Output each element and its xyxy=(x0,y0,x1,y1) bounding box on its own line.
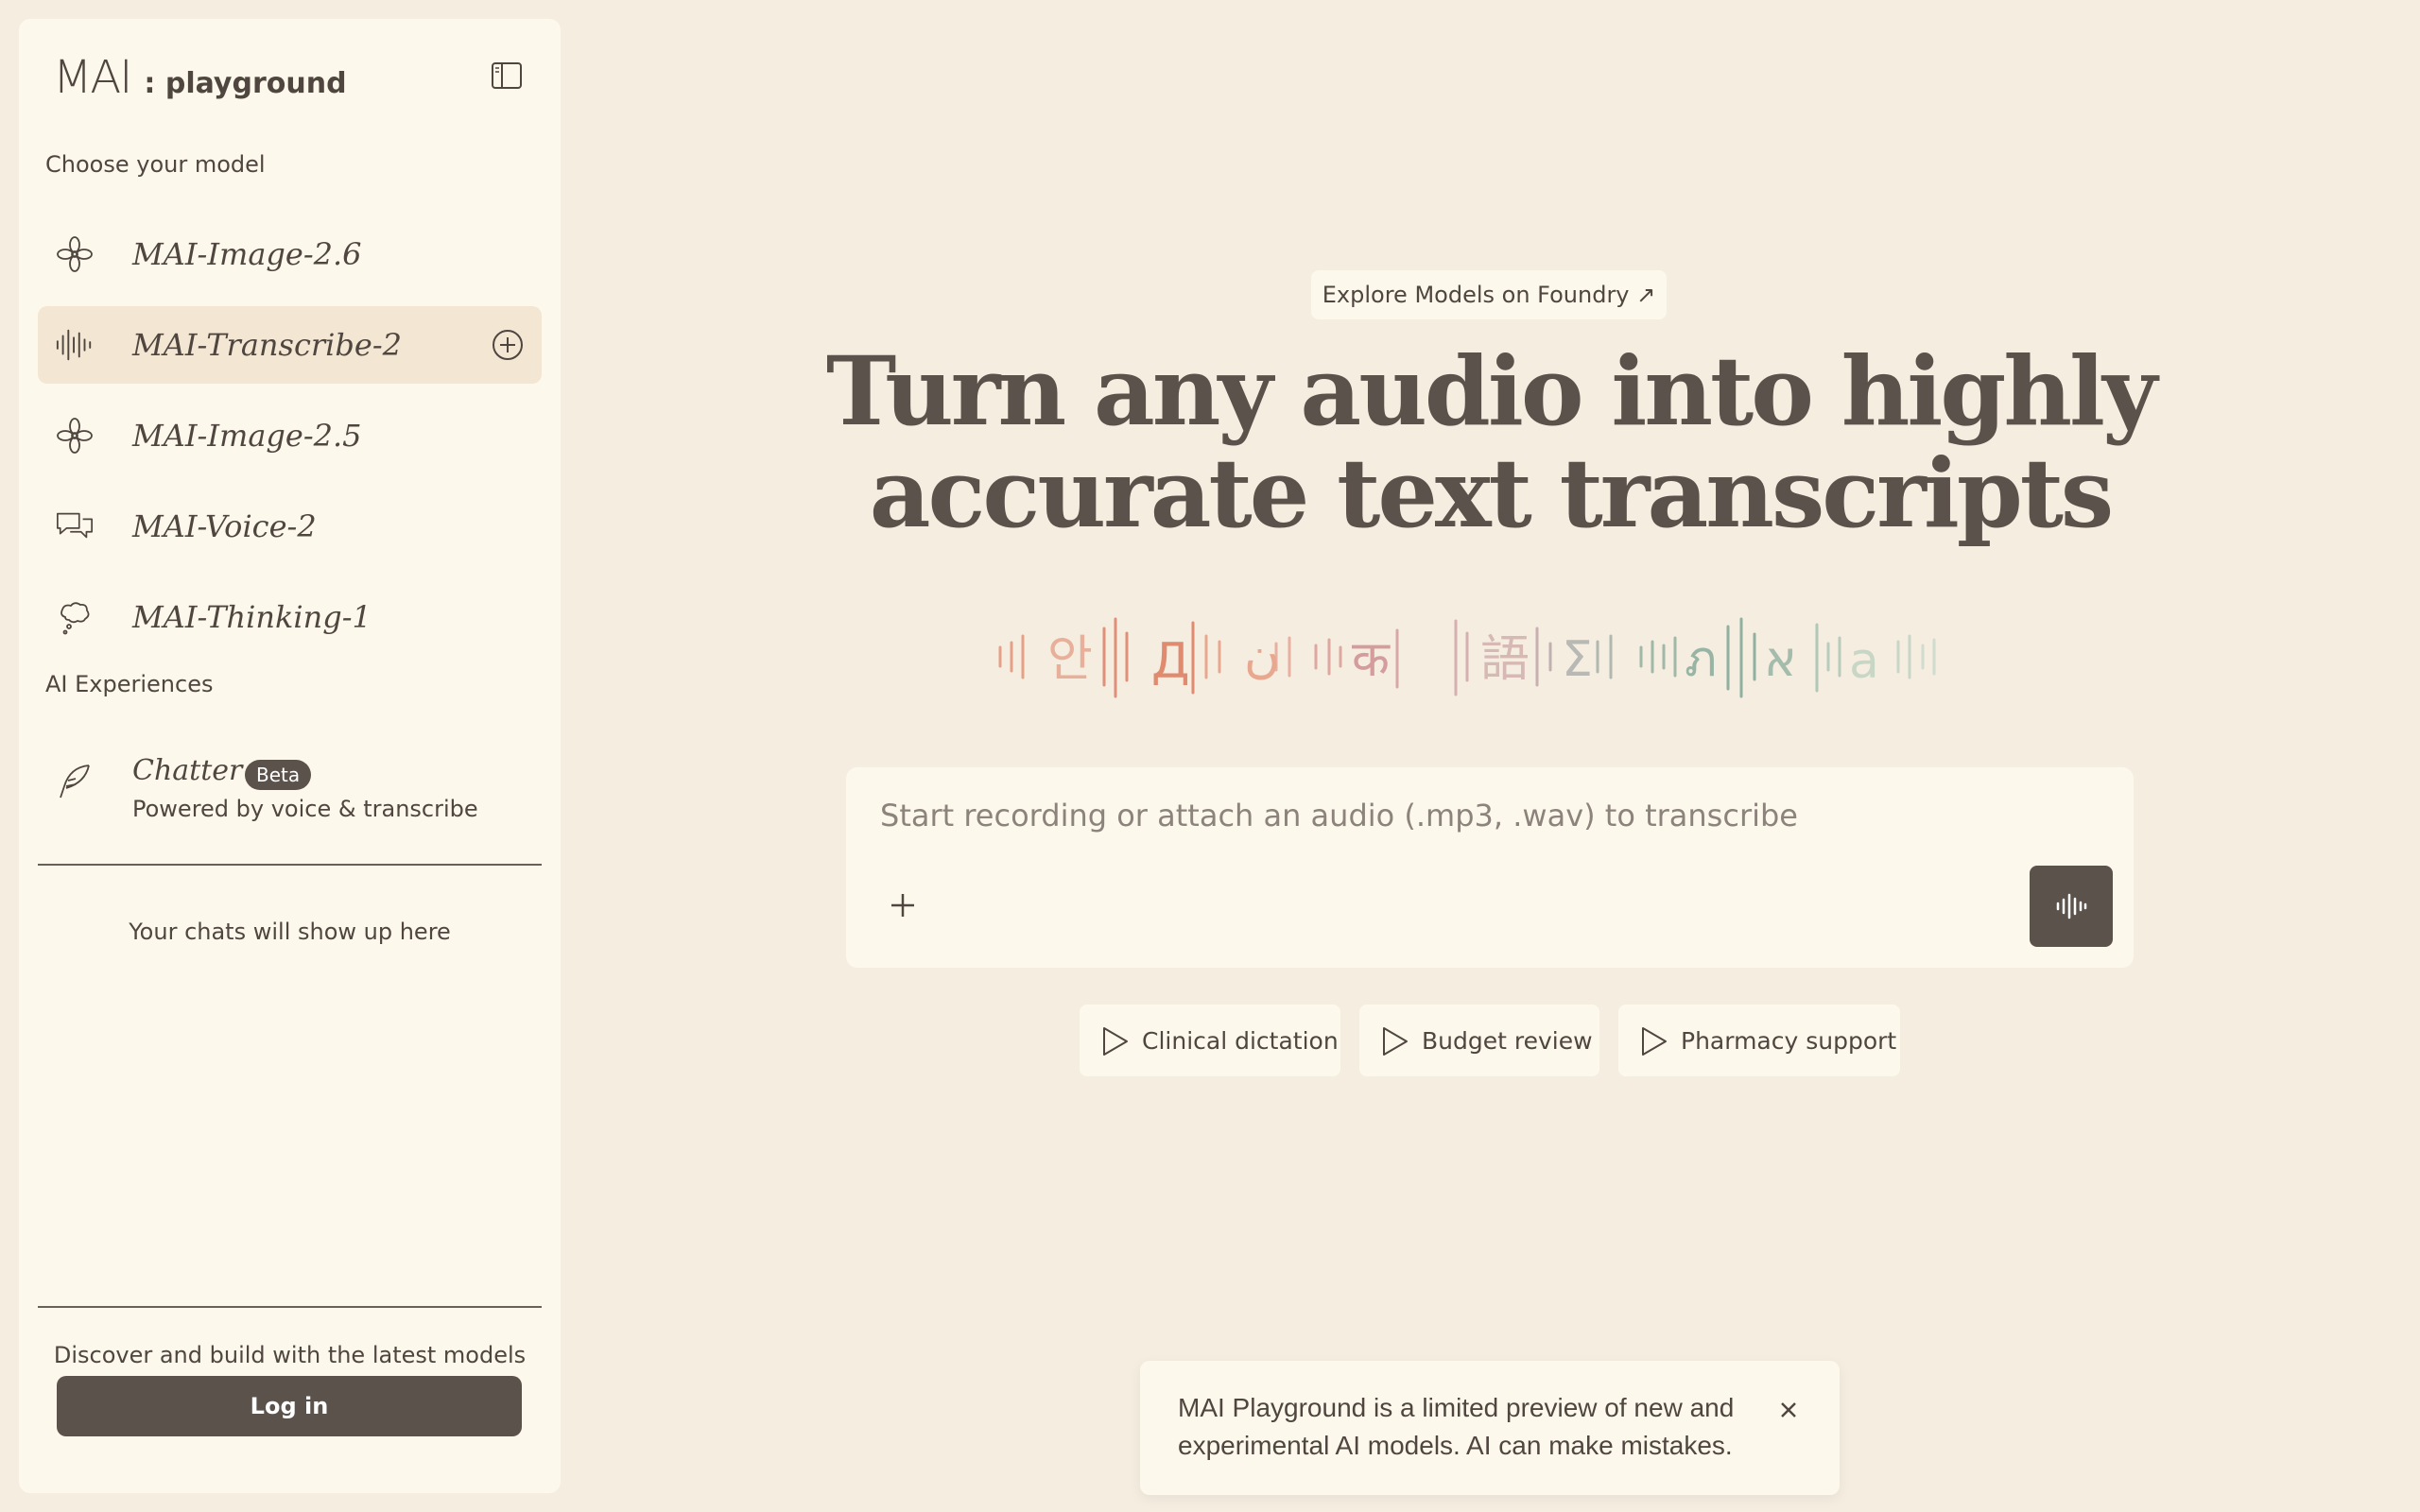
brand: MAI : playground xyxy=(53,51,347,104)
example-chip-budget-review[interactable]: Budget review xyxy=(1359,1005,1599,1076)
model-item-mai-thinking-1[interactable]: MAI-Thinking-1 xyxy=(38,578,542,656)
play-icon xyxy=(1383,1027,1408,1056)
chip-label: Budget review xyxy=(1422,1026,1593,1055)
model-name: MAI-Image-2.6 xyxy=(132,236,362,272)
choose-model-label: Choose your model xyxy=(45,151,266,178)
beta-badge: Beta xyxy=(245,760,312,790)
divider xyxy=(38,864,542,866)
waveform-glyph: א xyxy=(1764,631,1797,688)
divider xyxy=(38,1306,542,1308)
transcribe-input[interactable]: Start recording or attach an audio (.mp3… xyxy=(880,798,1798,833)
attach-plus-icon[interactable] xyxy=(884,886,922,924)
close-icon[interactable] xyxy=(1772,1393,1806,1427)
chatter-item[interactable]: Chatter Beta Powered by voice & transcri… xyxy=(38,735,542,830)
page-title: Turn any audio into highly accurate text… xyxy=(0,340,2420,544)
headline-line-2: accurate text transcripts xyxy=(869,438,2114,549)
play-icon xyxy=(1103,1027,1128,1056)
play-icon xyxy=(1642,1027,1667,1056)
language-waveform: 안 Д ن क 語 Σ ภ א a xyxy=(998,617,1936,698)
waveform-glyph: a xyxy=(1849,633,1879,690)
sidebar-toggle-icon[interactable] xyxy=(490,59,524,93)
waveform-glyph: ภ xyxy=(1685,631,1717,688)
toast-message: MAI Playground is a limited preview of n… xyxy=(1178,1393,1735,1460)
chip-label: Pharmacy support xyxy=(1681,1026,1897,1055)
waveform-glyph: 안 xyxy=(1047,631,1093,688)
example-chip-pharmacy-support[interactable]: Pharmacy support xyxy=(1618,1005,1900,1076)
waveform-glyph: Σ xyxy=(1562,631,1593,688)
transcribe-input-card: Start recording or attach an audio (.mp3… xyxy=(846,767,2134,968)
waveform-glyph: 語 xyxy=(1480,631,1530,688)
thought-bubble-icon xyxy=(55,597,95,637)
empty-chats-message: Your chats will show up here xyxy=(129,919,451,945)
ai-experiences-label: AI Experiences xyxy=(45,671,214,697)
waveform-glyph: ن xyxy=(1244,627,1280,684)
waveform-glyph: क xyxy=(1352,631,1391,688)
chatter-description: Powered by voice & transcribe xyxy=(132,796,478,822)
model-item-mai-image-2-6[interactable]: MAI-Image-2.6 xyxy=(38,215,542,293)
discover-text: Discover and build with the latest model… xyxy=(53,1342,527,1368)
flower-icon xyxy=(55,234,95,274)
feather-icon xyxy=(55,762,95,801)
chip-label: Clinical dictation xyxy=(1142,1026,1339,1055)
headline-line-1: Turn any audio into highly xyxy=(825,335,2157,447)
sidebar: MAI : playground Choose your model MAI-I… xyxy=(19,19,561,1493)
example-chip-clinical-dictation[interactable]: Clinical dictation xyxy=(1080,1005,1340,1076)
brand-subtitle: : playground xyxy=(144,67,347,100)
explore-foundry-link[interactable]: Explore Models on Foundry ↗ xyxy=(1311,270,1667,319)
waveform-icon xyxy=(2056,893,2087,919)
waveform-glyph: Д xyxy=(1151,633,1190,690)
login-button[interactable]: Log in xyxy=(57,1376,522,1436)
chatter-name: Chatter xyxy=(132,754,243,787)
model-name: MAI-Thinking-1 xyxy=(132,599,372,635)
preview-toast: MAI Playground is a limited preview of n… xyxy=(1140,1361,1840,1495)
brand-logo: MAI xyxy=(53,51,132,104)
record-button[interactable] xyxy=(2030,866,2113,947)
